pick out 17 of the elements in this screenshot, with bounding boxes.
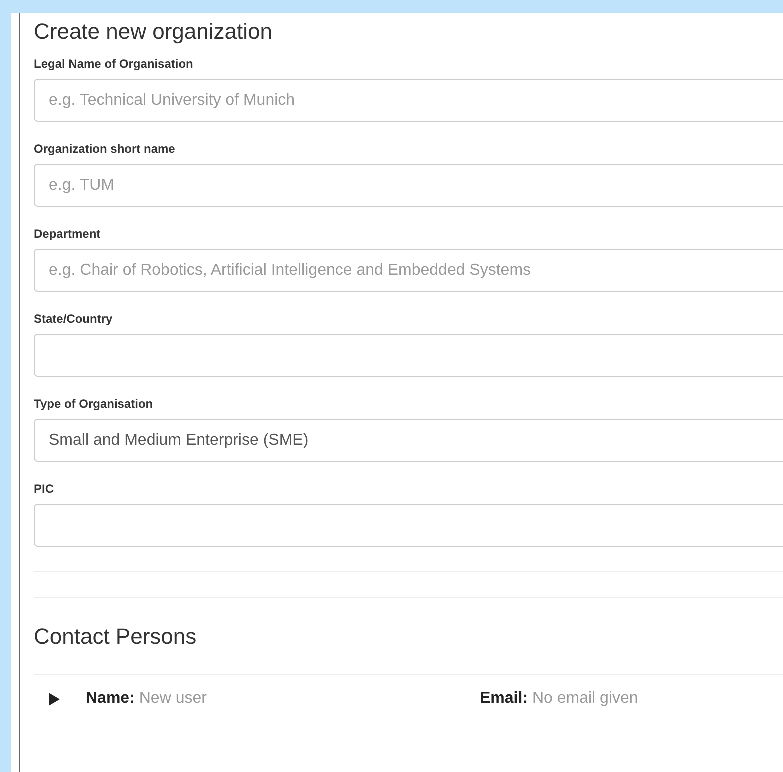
contact-email: Email: No email given (480, 689, 638, 709)
field-label: PIC (34, 482, 56, 496)
input-field[interactable]: Small and Medium Enterprise (SME) (34, 419, 783, 462)
field-label: Type of Organisation (34, 397, 154, 411)
input-field[interactable]: e.g. Chair of Robotics, Artificial Intelligence and Embedded Systems (34, 249, 783, 292)
field-label: Department (34, 227, 102, 241)
field-label: Legal Name of Organisation (34, 57, 194, 71)
section-heading: Contact Persons (34, 623, 198, 651)
input-field[interactable] (34, 504, 783, 547)
field-label: Organization short name (34, 142, 176, 156)
contact-name: Name: New user (86, 689, 208, 709)
field-label: State/Country (34, 312, 114, 326)
page-title: Create new organization (34, 18, 274, 46)
caret-right-icon[interactable] (48, 692, 61, 706)
input-field[interactable]: e.g. TUM (34, 164, 783, 207)
input-field[interactable]: e.g. Technical University of Munich (34, 79, 783, 122)
input-field[interactable] (34, 334, 783, 377)
